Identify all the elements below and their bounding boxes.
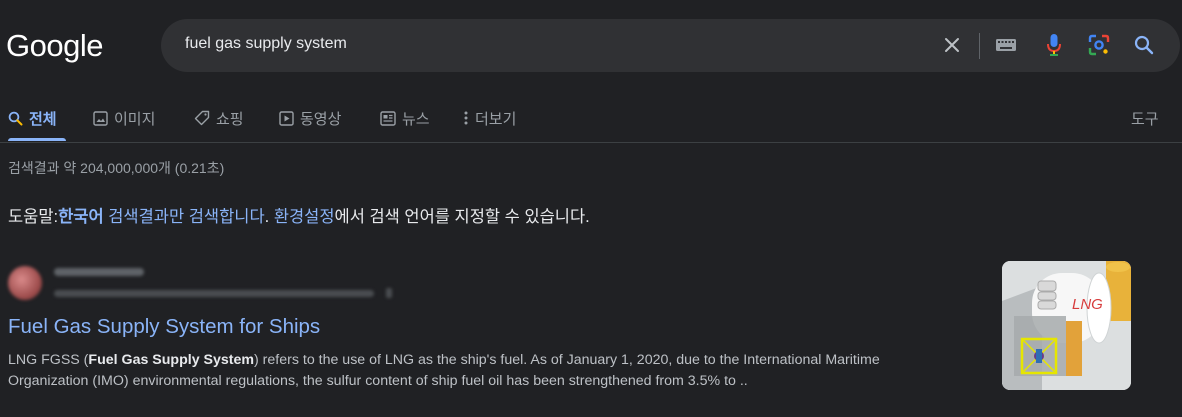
lng-tank-label: LNG <box>1072 296 1103 313</box>
tab-label: 전체 <box>29 111 57 128</box>
result-snippet: LNG FGSS (Fuel Gas Supply System) refers… <box>8 350 958 391</box>
snippet-text: LNG FGSS ( <box>8 352 89 368</box>
language-hint: 도움말:한국어 검색결과만 검색합니다. 환경설정에서 검색 언어를 지정할 수… <box>8 203 590 227</box>
result-stats: 검색결과 약 204,000,000개 (0.21초) <box>8 160 225 176</box>
tab-label: 뉴스 <box>402 111 430 128</box>
korean-only-text: 검색결과만 검색합니다 <box>103 208 265 226</box>
image-icon <box>93 111 108 126</box>
tools-label: 도구 <box>1131 111 1159 128</box>
search-divider <box>979 33 980 59</box>
hint-separator: . <box>264 208 274 226</box>
site-favicon[interactable] <box>8 266 42 300</box>
tab-news[interactable]: 뉴스 <box>380 108 430 138</box>
snippet-highlight: Fuel Gas Supply System <box>88 352 254 368</box>
tab-videos[interactable]: 동영상 <box>279 108 341 138</box>
hint-prefix: 도움말: <box>8 208 59 226</box>
search-tabs: 전체 이미지 쇼핑 동영상 뉴스 더보기 도구 <box>0 98 1182 143</box>
tab-label: 동영상 <box>300 111 342 128</box>
microphone-icon[interactable] <box>1042 33 1066 57</box>
result-title-link[interactable]: Fuel Gas Supply System for Ships <box>8 315 320 339</box>
tab-label: 쇼핑 <box>216 111 244 128</box>
settings-link[interactable]: 환경설정 <box>274 208 335 226</box>
active-tab-indicator <box>8 138 66 141</box>
search-input[interactable]: fuel gas supply system <box>185 35 347 53</box>
tag-icon <box>194 110 210 126</box>
result-thumbnail[interactable]: LNG <box>1002 261 1131 390</box>
korean-results-link[interactable]: 한국어 검색결과만 검색합니다 <box>58 208 265 226</box>
lens-icon[interactable] <box>1087 33 1111 57</box>
tab-images[interactable]: 이미지 <box>93 108 155 138</box>
korean-language: 한국어 <box>58 208 104 226</box>
tab-label: 더보기 <box>475 111 517 128</box>
tools-button[interactable]: 도구 <box>1131 108 1159 138</box>
more-vert-icon <box>464 111 468 125</box>
tab-all[interactable]: 전체 <box>8 108 57 138</box>
hint-suffix: 에서 검색 언어를 지정할 수 있습니다. <box>334 208 590 226</box>
tab-more[interactable]: 더보기 <box>463 108 516 138</box>
search-icon <box>8 111 23 126</box>
search-box[interactable]: fuel gas supply system <box>161 19 1180 72</box>
search-icon[interactable] <box>1132 33 1156 57</box>
play-icon <box>279 111 294 126</box>
keyboard-icon[interactable] <box>994 33 1018 57</box>
tab-label: 이미지 <box>114 111 156 128</box>
news-icon <box>380 111 396 126</box>
site-name-blurred[interactable] <box>54 268 144 276</box>
result-options-icon[interactable] <box>386 288 392 298</box>
google-logo[interactable]: Google <box>6 28 103 64</box>
clear-icon[interactable] <box>940 33 964 57</box>
site-url-blurred[interactable] <box>54 290 374 297</box>
tab-shopping[interactable]: 쇼핑 <box>194 108 244 138</box>
